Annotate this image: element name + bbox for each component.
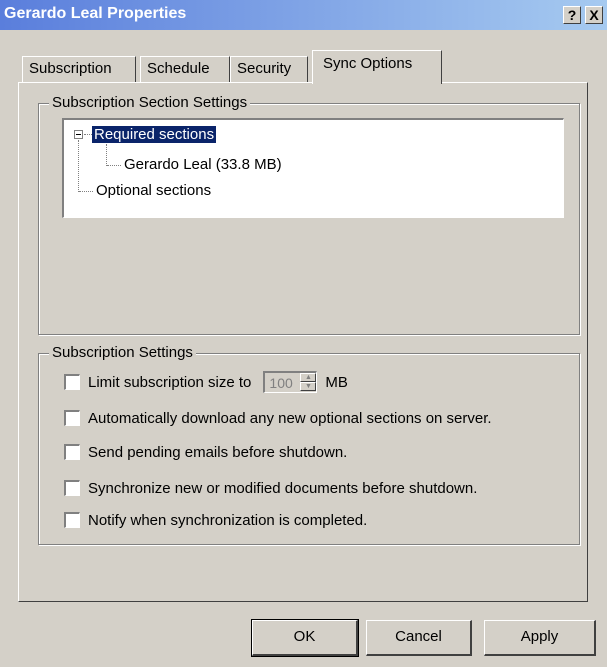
- send-pending-row: Send pending emails before shutdown.: [64, 444, 347, 462]
- section-settings-legend: Subscription Section Settings: [49, 94, 251, 112]
- tree-connector: [78, 140, 79, 192]
- limit-size-row: Limit subscription size to 100 ▲ ▼ MB: [64, 371, 348, 394]
- sync-new-label[interactable]: Synchronize new or modified documents be…: [88, 480, 477, 497]
- sections-tree[interactable]: Required sections Gerardo Leal (33.8 MB)…: [62, 118, 564, 218]
- tree-connector: [79, 191, 93, 192]
- size-value: 100: [269, 375, 293, 391]
- sync-new-row: Synchronize new or modified documents be…: [64, 480, 477, 498]
- subscription-settings-legend: Subscription Settings: [49, 344, 196, 362]
- spin-down-icon[interactable]: ▼: [300, 382, 317, 391]
- tab-subscription[interactable]: Subscription: [22, 56, 136, 82]
- tree-connector: [106, 144, 107, 166]
- size-spinner[interactable]: 100 ▲ ▼: [263, 371, 318, 393]
- tab-security[interactable]: Security: [230, 56, 308, 82]
- tree-node-label: Optional sections: [96, 182, 212, 199]
- tab-sync-options[interactable]: Sync Options: [312, 50, 442, 84]
- send-pending-checkbox[interactable]: [64, 444, 80, 461]
- notify-label[interactable]: Notify when synchronization is completed…: [88, 512, 367, 529]
- apply-button[interactable]: Apply: [484, 620, 596, 656]
- tree-node-label: Gerardo Leal (33.8 MB): [124, 156, 282, 173]
- cancel-button[interactable]: Cancel: [366, 620, 472, 656]
- limit-size-checkbox[interactable]: [64, 374, 80, 390]
- size-unit: MB: [325, 373, 348, 391]
- tab-schedule[interactable]: Schedule: [140, 56, 230, 82]
- sync-new-checkbox[interactable]: [64, 480, 80, 497]
- auto-download-row: Automatically download any new optional …: [64, 410, 492, 428]
- auto-download-checkbox[interactable]: [64, 410, 80, 427]
- notify-row: Notify when synchronization is completed…: [64, 512, 367, 530]
- limit-size-label[interactable]: Limit subscription size to: [88, 374, 251, 391]
- close-button[interactable]: X: [585, 6, 603, 24]
- tree-connector: [107, 165, 121, 166]
- window-title: Gerardo Leal Properties: [4, 5, 187, 22]
- notify-checkbox[interactable]: [64, 512, 80, 529]
- auto-download-label[interactable]: Automatically download any new optional …: [88, 410, 492, 427]
- tree-node-label: Required sections: [92, 126, 217, 143]
- help-button[interactable]: ?: [563, 6, 581, 24]
- send-pending-label[interactable]: Send pending emails before shutdown.: [88, 444, 347, 461]
- spin-up-icon[interactable]: ▲: [300, 373, 317, 382]
- tree-connector: [84, 134, 92, 135]
- tree-node-required-sections[interactable]: Required sections: [92, 126, 217, 144]
- tree-node-optional-sections[interactable]: Optional sections: [96, 182, 211, 200]
- ok-button[interactable]: OK: [251, 619, 359, 657]
- title-bar: Gerardo Leal Properties ? X: [0, 0, 607, 30]
- collapse-icon[interactable]: [74, 130, 83, 139]
- tree-node-gerardo-leal[interactable]: Gerardo Leal (33.8 MB): [124, 156, 282, 174]
